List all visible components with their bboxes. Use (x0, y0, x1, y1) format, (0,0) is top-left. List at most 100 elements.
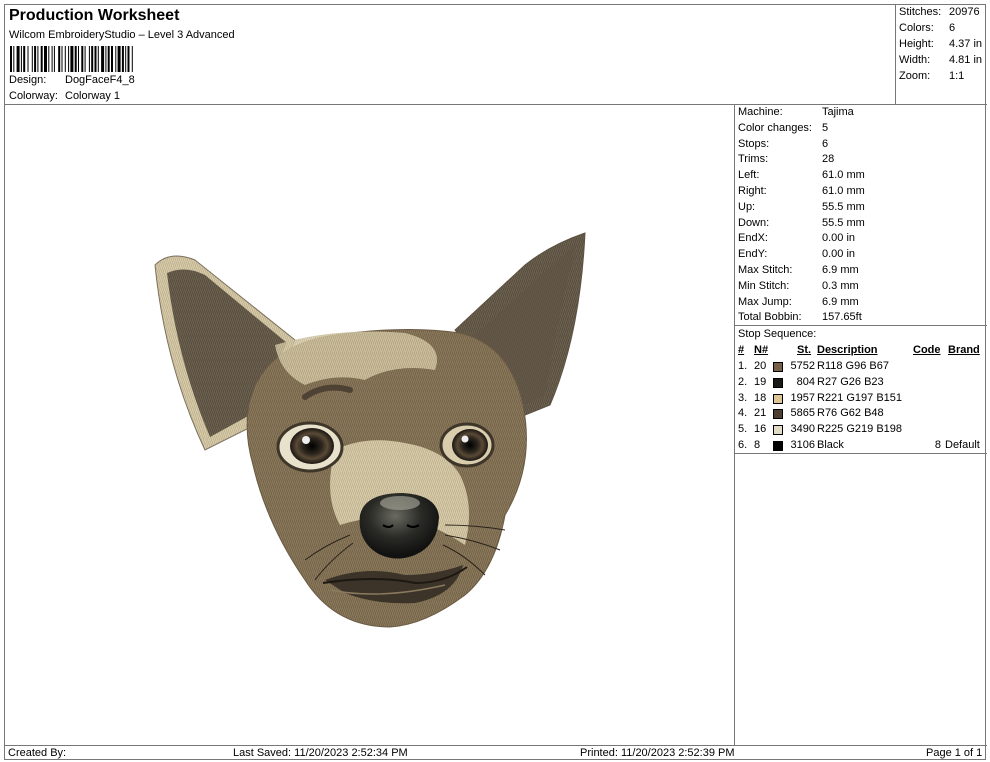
info-value: 5 (822, 121, 829, 134)
info-value: 157.65ft (822, 311, 862, 324)
printed-date: Printed: 11/20/2023 2:52:39 PM (580, 747, 735, 759)
info-value: 0.3 mm (822, 279, 859, 292)
width-row: Width: 4.81 in (899, 54, 982, 66)
machine-info-panel: Machine: Tajima Color changes: 5 Stops: 6 Trim… (735, 105, 987, 326)
stop-sequence-title: Stop Sequence: (738, 328, 817, 340)
needle-number: 16 (754, 423, 767, 436)
thread-code: 8 (934, 439, 941, 451)
stitches-value: 20976 (949, 6, 980, 18)
stitch-count: 3490 (790, 423, 815, 436)
info-label: EndX: (738, 232, 768, 245)
colorway-row: Colorway: Colorway 1 (9, 90, 120, 102)
info-value: Tajima (822, 106, 854, 118)
info-value: 6 (822, 137, 829, 150)
stop-number: 2. (738, 375, 748, 388)
barcode-icon (10, 46, 133, 72)
design-row: Design: DogFaceF4_8 (9, 74, 135, 86)
color-description: R221 G197 B151 (817, 391, 903, 404)
col-header-stitches: St. (797, 344, 812, 356)
info-value: 6.9 mm (822, 264, 859, 276)
info-value: 28 (822, 153, 835, 166)
zoom-label: Zoom: (899, 70, 931, 82)
color-swatch (773, 362, 783, 372)
info-value: 61.0 mm (822, 169, 865, 182)
needle-number: 20 (754, 360, 767, 372)
needle-number: 8 (754, 439, 761, 451)
info-value: 0.00 in (822, 248, 856, 261)
needle-number: 18 (754, 391, 767, 404)
needle-number: 19 (754, 375, 767, 388)
colorway-label: Colorway: (9, 90, 58, 102)
stop-number: 6. (738, 439, 748, 451)
color-description: R225 G219 B198 (817, 423, 903, 436)
height-row: Height: 4.37 in (899, 38, 982, 50)
stitch-count: 5865 (790, 407, 815, 420)
stitches-label: Stitches: (899, 6, 942, 18)
stitch-count: 1957 (790, 391, 815, 404)
info-label: Down: (738, 216, 770, 229)
stop-number: 1. (738, 360, 748, 372)
width-label: Width: (899, 54, 931, 66)
thread-brand: Default (945, 439, 980, 451)
height-label: Height: (899, 38, 934, 50)
stitches-row: Stitches: 20976 (899, 6, 980, 18)
design-label: Design: (9, 74, 47, 86)
stitch-count: 5752 (790, 360, 815, 372)
col-header-num: # (738, 344, 745, 356)
needle-number: 21 (754, 407, 767, 420)
production-worksheet: Production Worksheet Wilcom EmbroiderySt… (4, 4, 987, 760)
stop-number: 5. (738, 423, 748, 436)
info-label: Trims: (738, 153, 769, 166)
info-value: 61.0 mm (822, 185, 865, 197)
height-value: 4.37 in (949, 38, 983, 50)
design-preview (5, 105, 735, 745)
col-header-description: Description (817, 344, 878, 356)
info-value: 0.00 in (822, 232, 856, 245)
colorway-value: Colorway 1 (65, 90, 121, 102)
page-title: Production Worksheet (9, 7, 180, 24)
created-by: Created By: (8, 747, 67, 759)
info-label: Stops: (738, 137, 770, 150)
info-label: Up: (738, 200, 756, 213)
col-header-brand: Brand (948, 344, 980, 356)
stop-number: 4. (738, 407, 748, 420)
page-number: Page 1 of 1 (926, 747, 983, 759)
last-saved: Last Saved: 11/20/2023 2:52:34 PM (233, 747, 408, 759)
colors-value: 6 (949, 22, 956, 34)
info-label: Machine: (738, 106, 783, 118)
info-value: 6.9 mm (822, 295, 859, 308)
color-swatch (773, 377, 783, 388)
design-stats: Stitches: 20976 Colors: 6 Height: 4.37 in W… (896, 5, 987, 105)
stitch-count: 3106 (790, 439, 815, 451)
color-swatch (773, 409, 783, 420)
color-swatch (773, 393, 783, 404)
color-description: Black (817, 439, 844, 451)
info-label: Right: (738, 185, 767, 197)
color-swatch (773, 441, 783, 451)
info-label: Max Jump: (738, 295, 792, 308)
stop-number: 3. (738, 391, 748, 404)
zoom-value: 1:1 (949, 70, 965, 82)
info-label: EndY: (738, 248, 768, 261)
info-value: 55.5 mm (822, 200, 865, 213)
info-label: Max Stitch: (738, 264, 793, 276)
colors-label: Colors: (899, 22, 934, 34)
col-header-needle: N# (754, 344, 769, 356)
stop-sequence-panel: Stop Sequence: # N# St. Description Code… (735, 326, 987, 454)
color-description: R118 G96 B67 (817, 360, 889, 372)
color-description: R76 G62 B48 (817, 407, 884, 420)
color-swatch (773, 425, 783, 436)
col-header-code: Code (913, 344, 941, 356)
colors-row: Colors: 6 (899, 22, 955, 34)
width-value: 4.81 in (949, 54, 983, 66)
software-subtitle: Wilcom EmbroideryStudio – Level 3 Advanc… (9, 29, 235, 41)
worksheet-footer: Created By: Last Saved: 11/20/2023 2:52:… (5, 745, 987, 760)
dog-face-embroidery-image (154, 232, 586, 628)
info-label: Total Bobbin: (738, 311, 802, 324)
info-label: Color changes: (738, 121, 812, 134)
zoom-row: Zoom: 1:1 (899, 70, 964, 82)
design-value: DogFaceF4_8 (65, 74, 135, 86)
stitch-count: 804 (796, 375, 815, 388)
info-value: 55.5 mm (822, 216, 865, 229)
color-description: R27 G26 B23 (817, 375, 884, 388)
